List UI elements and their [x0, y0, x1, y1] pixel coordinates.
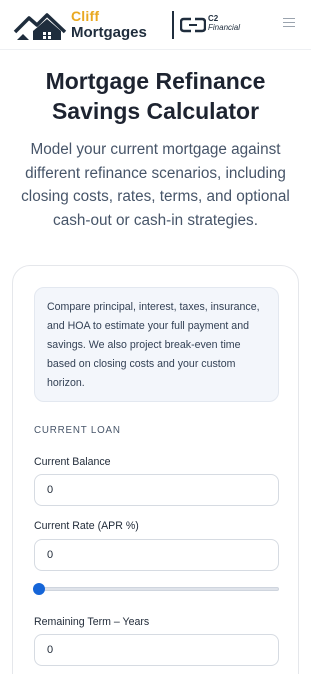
calculator-card: Compare principal, interest, taxes, insu… [12, 265, 299, 674]
slider-thumb[interactable] [33, 583, 45, 595]
brand-name-bottom: Mortgages [71, 24, 147, 41]
info-callout: Compare principal, interest, taxes, insu… [34, 287, 279, 402]
slider-track [34, 587, 279, 591]
current-balance-label: Current Balance [34, 456, 111, 468]
logo-divider [172, 11, 174, 39]
page-subtitle: Model your current mortgage against diff… [21, 141, 290, 229]
cliff-mortgages-logo[interactable]: Cliff Mortgages [13, 8, 173, 44]
current-rate-input[interactable] [34, 539, 279, 571]
site-header: Cliff Mortgages C2 Financial [0, 0, 311, 50]
hamburger-menu-icon[interactable] [281, 15, 297, 31]
current-rate-slider[interactable] [33, 583, 279, 595]
c2-mark-icon [180, 17, 206, 33]
current-balance-input[interactable] [34, 474, 279, 506]
house-roof-icon [13, 13, 67, 40]
remaining-term-label: Remaining Term – Years [34, 616, 150, 628]
c2-financial-logo[interactable]: C2 Financial [180, 14, 250, 40]
partner-name-bottom: Financial [208, 23, 241, 32]
section-label-current-loan: CURRENT LOAN [34, 425, 121, 436]
brand-name-top: Cliff [71, 8, 100, 24]
remaining-term-input[interactable] [34, 634, 279, 666]
current-rate-label: Current Rate (APR %) [34, 520, 139, 532]
partner-name-top: C2 [208, 14, 219, 23]
page-title: Mortgage Refinance Savings Calculator [45, 68, 266, 124]
